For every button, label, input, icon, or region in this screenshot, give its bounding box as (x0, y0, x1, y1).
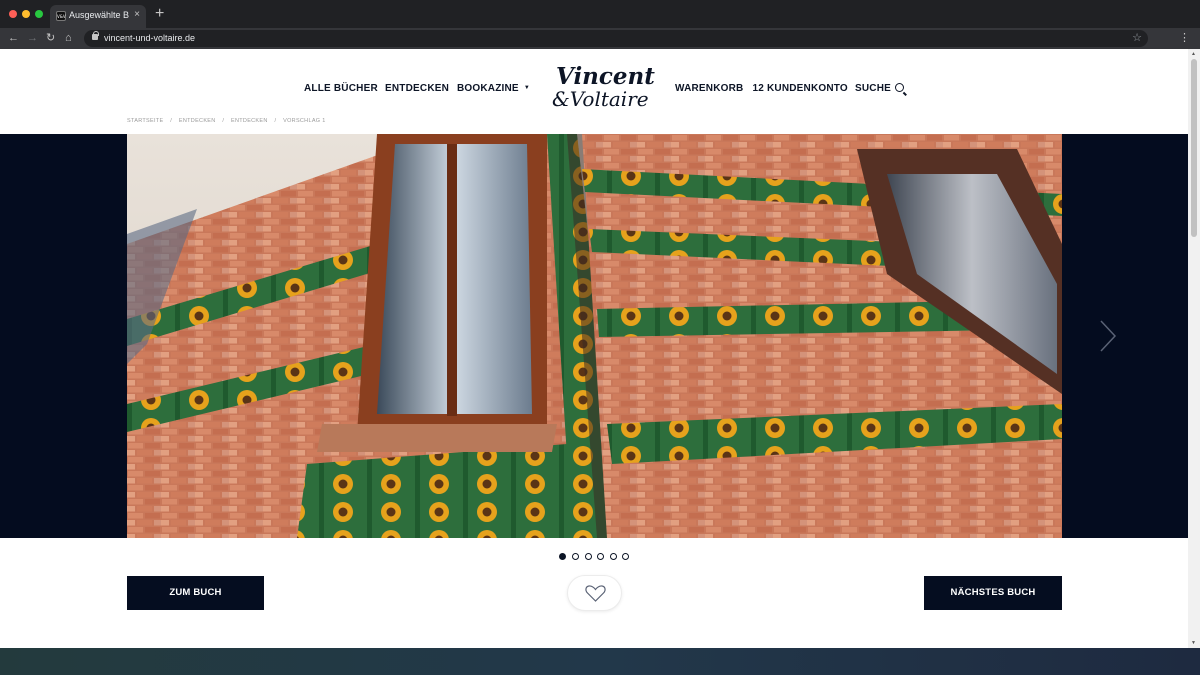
nav-alle-buecher[interactable]: ALLE BÜCHER (304, 83, 378, 94)
logo-text-vincent: Vincent (556, 63, 655, 90)
browser-tab[interactable]: V&V Ausgewählte Bücher × (50, 5, 146, 28)
zum-buch-button[interactable]: ZUM BUCH (127, 576, 264, 610)
nav-warenkorb[interactable]: WARENKORB 12 (675, 83, 764, 94)
forward-icon[interactable]: → (27, 31, 38, 45)
address-bar[interactable]: vincent-und-voltaire.de ☆ (84, 30, 1148, 47)
slide-image[interactable] (127, 134, 1062, 538)
window-minimize-control[interactable] (22, 10, 30, 18)
like-button[interactable] (567, 575, 622, 611)
page-scrollbar[interactable]: ▲ ▼ (1188, 49, 1200, 648)
breadcrumb-item-vorschlag: VORSCHLAG 1 (283, 118, 326, 124)
breadcrumb-item-startseite[interactable]: STARTSEITE (127, 118, 163, 124)
home-icon[interactable]: ⌂ (65, 31, 72, 45)
chevron-down-icon: ▼ (523, 85, 530, 91)
favicon-icon: V&V (56, 11, 66, 21)
bookmark-star-icon[interactable]: ☆ (1132, 31, 1142, 44)
cart-label: WARENKORB (675, 83, 744, 94)
nav-suche[interactable]: SUCHE (855, 83, 905, 94)
slider-dot-3[interactable] (585, 553, 592, 560)
logo-text-voltaire: &Voltaire (552, 87, 649, 111)
nav-kundenkonto[interactable]: KUNDENKONTO (767, 83, 848, 94)
slider-dot-2[interactable] (572, 553, 579, 560)
nav-bookazine-label: BOOKAZINE (457, 83, 519, 94)
window-zoom-control[interactable] (35, 10, 43, 18)
breadcrumb-separator: / (274, 118, 277, 124)
browser-tab-strip: V&V Ausgewählte Bücher × + (0, 0, 1200, 28)
scroll-up-icon[interactable]: ▲ (1191, 51, 1196, 57)
breadcrumb-item-entdecken-2[interactable]: ENTDECKEN (231, 118, 268, 124)
breadcrumb-item-entdecken[interactable]: ENTDECKEN (179, 118, 216, 124)
search-icon (895, 83, 905, 92)
browser-toolbar: ← → ↻ ⌂ vincent-und-voltaire.de ☆ ⋮ (0, 28, 1200, 49)
tab-title: Ausgewählte Bücher (69, 10, 129, 20)
breadcrumb-separator: / (170, 118, 173, 124)
slider-dot-6[interactable] (622, 553, 629, 560)
nav-bookazine[interactable]: BOOKAZINE ▼ (457, 83, 530, 94)
slider-dot-4[interactable] (597, 553, 604, 560)
back-icon[interactable]: ← (8, 31, 19, 45)
footer-section (0, 648, 1200, 675)
next-slide-arrow-icon[interactable] (1098, 319, 1118, 353)
nav-entdecken[interactable]: ENTDECKEN (385, 83, 449, 94)
scroll-down-icon[interactable]: ▼ (1191, 640, 1196, 646)
window-close-control[interactable] (9, 10, 17, 18)
search-label: SUCHE (855, 83, 892, 94)
heart-icon (585, 585, 606, 602)
breadcrumb: STARTSEITE / ENTDECKEN / ENTDECKEN / VOR… (127, 118, 331, 124)
scroll-thumb[interactable] (1191, 59, 1197, 237)
book-slider (0, 134, 1188, 538)
cart-count: 12 (752, 83, 764, 94)
naechstes-buch-button[interactable]: NÄCHSTES BUCH (924, 576, 1062, 610)
browser-menu-icon[interactable]: ⋮ (1179, 31, 1190, 45)
slider-dot-5[interactable] (610, 553, 617, 560)
tab-close-icon[interactable]: × (134, 9, 140, 21)
url-text[interactable]: vincent-und-voltaire.de (104, 33, 195, 43)
breadcrumb-separator: / (222, 118, 225, 124)
reload-icon[interactable]: ↻ (46, 31, 55, 45)
photo-icon (127, 134, 1062, 538)
new-tab-button[interactable]: + (155, 6, 164, 22)
logo[interactable]: Vincent &Voltaire (546, 63, 655, 113)
lock-icon (92, 31, 99, 40)
slider-dot-1[interactable] (559, 553, 566, 560)
